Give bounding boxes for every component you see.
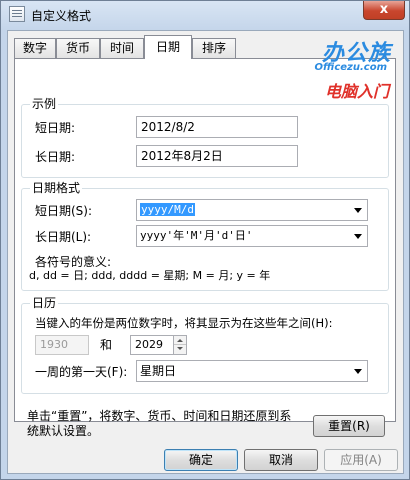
dialog-client: 数字 货币 时间 日期 排序 办公族 Officezu.com 电脑入门 示例 … [7, 30, 404, 474]
spin-up-icon[interactable] [174, 336, 186, 345]
date-formats-group-label: 日期格式 [30, 181, 83, 195]
tab-sort[interactable]: 排序 [192, 38, 236, 58]
window-title: 自定义格式 [31, 9, 92, 23]
and-label: 和 [100, 338, 113, 352]
tab-currency[interactable]: 货币 [56, 38, 100, 58]
tab-number[interactable]: 数字 [14, 38, 56, 58]
date-formats-group: 日期格式 短日期(S): yyyy/M/d 长日期(L): yyyy'年'M'月… [21, 181, 389, 291]
year-to-spinner[interactable] [173, 335, 187, 355]
watermark-logo: 办公族 Officezu.com 电脑入门 [289, 31, 399, 103]
first-day-value: 星期日 [140, 364, 177, 378]
reset-button[interactable]: 重置(R) [313, 415, 385, 437]
title-bar[interactable]: 自定义格式 x [1, 1, 409, 29]
symbols-legend: d, dd = 日; ddd, dddd = 星期; M = 月; y = 年 [29, 269, 271, 282]
reset-note-line2: 统默认设置。 [27, 424, 100, 438]
short-date-label: 短日期(S): [35, 204, 93, 218]
example-long-label: 长日期: [35, 150, 76, 164]
watermark-tagline: 电脑入门 [324, 82, 389, 101]
calendar-group-label: 日历 [30, 296, 59, 310]
date-tab-panel: 示例 短日期: 2012/8/2 长日期: 2012年8月2日 日期格式 短日期… [14, 58, 396, 438]
ok-button[interactable]: 确定 [164, 449, 238, 471]
symbols-title: 各符号的意义: [35, 255, 112, 269]
reset-note-line1: 单击“重置”，将数字、货币、时间和日期还原到系 [27, 409, 292, 423]
spin-down-icon[interactable] [174, 345, 186, 354]
dialog-window: 自定义格式 x 数字 货币 时间 日期 排序 办公族 Officezu.com … [0, 0, 410, 480]
watermark-site: Officezu.com [314, 62, 387, 73]
short-date-value: yyyy/M/d [140, 203, 195, 216]
short-date-combo[interactable]: yyyy/M/d [136, 199, 368, 221]
cancel-button[interactable]: 取消 [244, 449, 318, 471]
year-to-input[interactable]: 2029 [130, 335, 174, 355]
long-date-value: yyyy'年'M'月'd'日' [140, 229, 253, 242]
app-icon [9, 6, 25, 22]
example-short-label: 短日期: [35, 121, 76, 135]
chevron-down-icon[interactable] [354, 369, 362, 374]
year-from-input: 1930 [35, 335, 89, 355]
tab-date[interactable]: 日期 [144, 35, 192, 59]
example-group-label: 示例 [30, 97, 59, 111]
first-day-label: 一周的第一天(F): [35, 365, 128, 379]
example-long-value: 2012年8月2日 [136, 145, 298, 167]
example-group: 示例 短日期: 2012/8/2 长日期: 2012年8月2日 [21, 97, 389, 178]
long-date-combo[interactable]: yyyy'年'M'月'd'日' [136, 225, 368, 247]
close-button[interactable]: x [363, 1, 405, 20]
long-date-label: 长日期(L): [35, 230, 92, 244]
two-digit-year-label: 当键入的年份是两位数字时，将其显示为在这些年之间(H): [35, 316, 333, 330]
chevron-down-icon[interactable] [354, 234, 362, 239]
chevron-down-icon[interactable] [354, 208, 362, 213]
example-short-value: 2012/8/2 [136, 116, 298, 138]
apply-button: 应用(A) [324, 449, 398, 471]
first-day-combo[interactable]: 星期日 [136, 360, 368, 382]
tab-time[interactable]: 时间 [100, 38, 144, 58]
calendar-group: 日历 当键入的年份是两位数字时，将其显示为在这些年之间(H): 1930 和 2… [21, 296, 389, 394]
